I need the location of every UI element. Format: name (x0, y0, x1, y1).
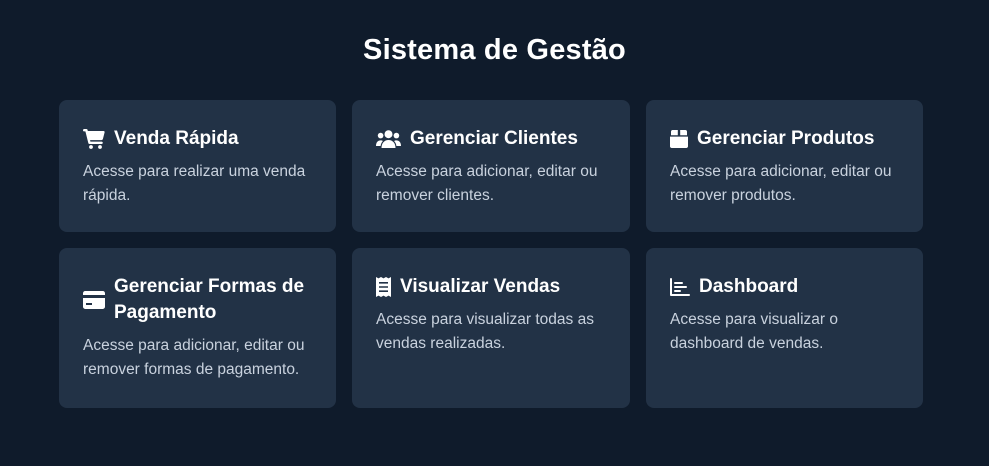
page: Sistema de Gestão Venda Rápida Acesse pa… (0, 0, 989, 466)
card-title: Gerenciar Formas de Pagamento (114, 276, 305, 323)
card-header: Gerenciar Formas de Pagamento (83, 274, 312, 326)
card-description: Acesse para visualizar todas as vendas r… (376, 311, 594, 352)
card-header: Dashboard (670, 274, 899, 300)
card-title: Gerenciar Produtos (697, 128, 875, 149)
card-header: Gerenciar Clientes (376, 126, 606, 152)
module-grid: Venda Rápida Acesse para realizar uma ve… (59, 100, 923, 408)
box-icon (670, 130, 688, 148)
card-description: Acesse para visualizar o dashboard de ve… (670, 311, 838, 352)
card-header: Venda Rápida (83, 126, 312, 152)
card-description: Acesse para adicionar, editar ou remover… (670, 163, 892, 204)
receipt-icon (376, 277, 391, 297)
card-title: Dashboard (699, 276, 799, 297)
card-title: Venda Rápida (114, 128, 239, 149)
card-visualizar-vendas[interactable]: Visualizar Vendas Acesse para visualizar… (352, 248, 630, 408)
card-title: Gerenciar Clientes (410, 128, 578, 149)
card-description: Acesse para realizar uma venda rápida. (83, 163, 306, 204)
users-icon (376, 130, 401, 148)
card-description: Acesse para adicionar, editar ou remover… (83, 337, 305, 378)
shopping-cart-icon (83, 129, 105, 149)
card-gerenciar-formas-pagamento[interactable]: Gerenciar Formas de Pagamento Acesse par… (59, 248, 336, 408)
card-dashboard[interactable]: Dashboard Acesse para visualizar o dashb… (646, 248, 923, 408)
card-description: Acesse para adicionar, editar ou remover… (376, 163, 598, 204)
card-title: Visualizar Vendas (400, 276, 561, 297)
card-header: Visualizar Vendas (376, 274, 606, 300)
credit-card-icon (83, 291, 105, 309)
card-gerenciar-produtos[interactable]: Gerenciar Produtos Acesse para adicionar… (646, 100, 923, 232)
page-title: Sistema de Gestão (363, 34, 626, 66)
card-venda-rapida[interactable]: Venda Rápida Acesse para realizar uma ve… (59, 100, 336, 232)
chart-icon (670, 278, 690, 296)
card-gerenciar-clientes[interactable]: Gerenciar Clientes Acesse para adicionar… (352, 100, 630, 232)
card-header: Gerenciar Produtos (670, 126, 899, 152)
